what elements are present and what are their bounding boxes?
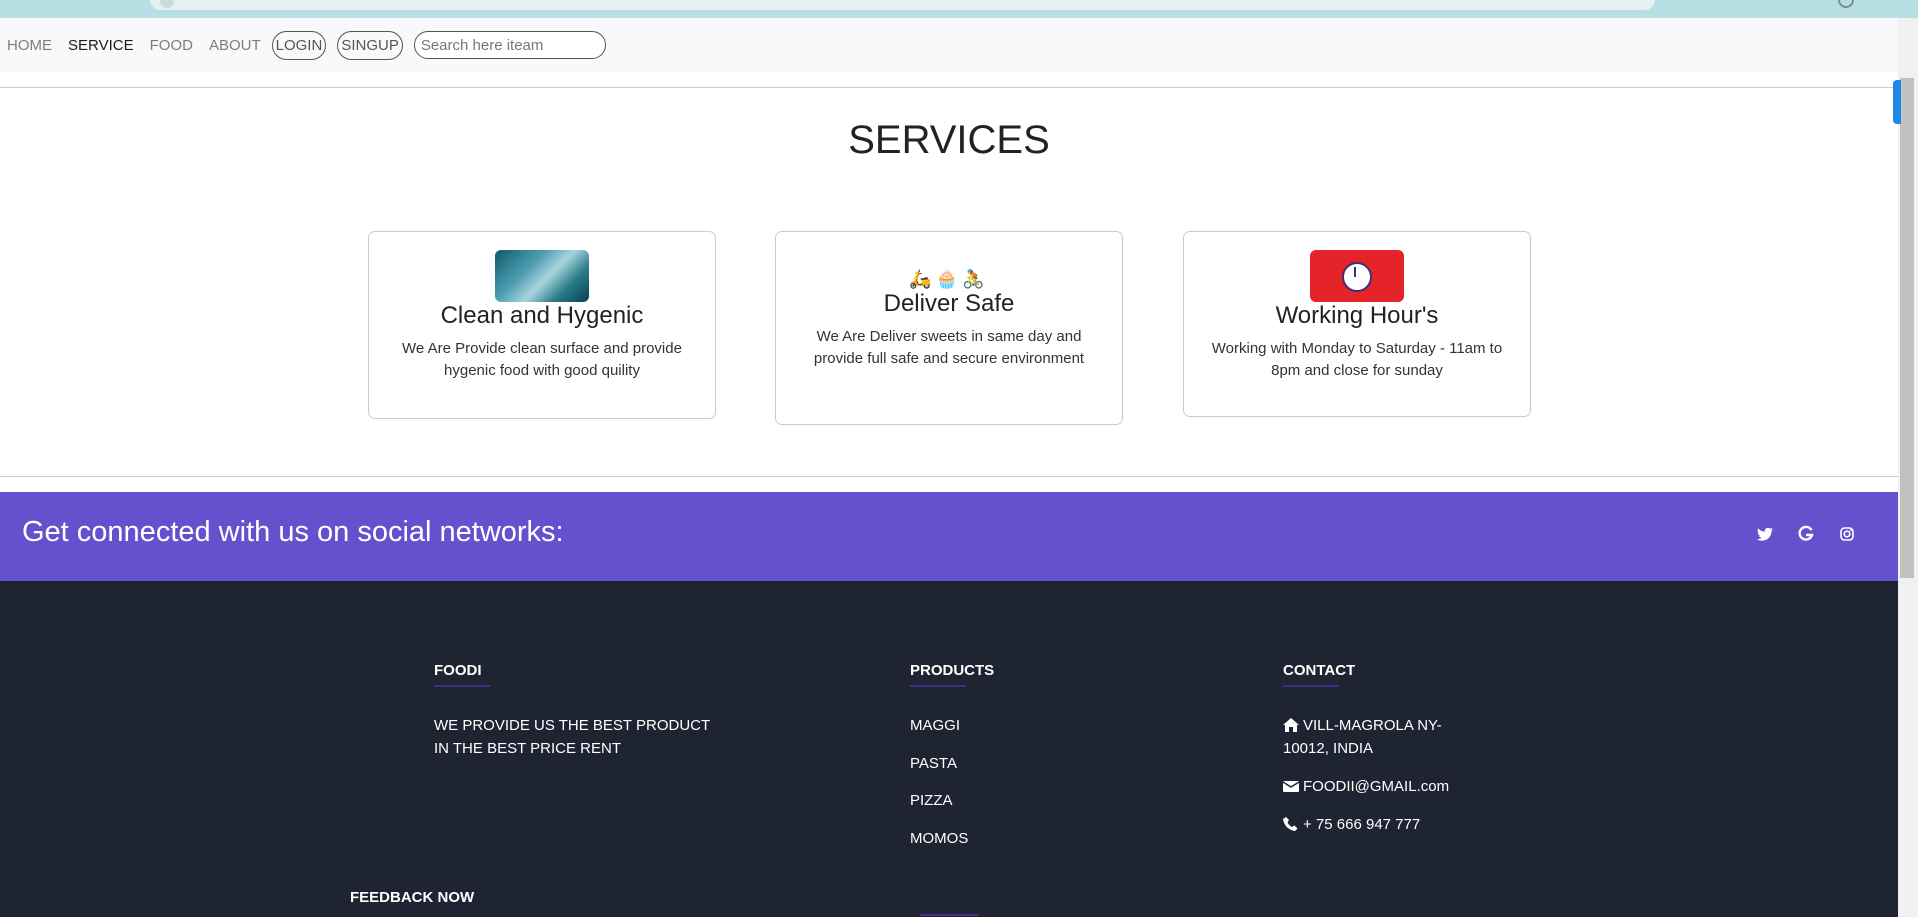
title-underline <box>920 914 978 916</box>
signup-button[interactable]: SINGUP <box>337 30 403 60</box>
card-title: Deliver Safe <box>883 290 1015 317</box>
scroll-thumb[interactable] <box>1900 78 1914 578</box>
social-bar: Get connected with us on social networks… <box>0 492 1898 581</box>
card-text: We Are Provide clean surface and provide… <box>402 340 682 379</box>
delivery-icon: 🛵🧁🚴 <box>909 269 989 289</box>
social-text: Get connected with us on social networks… <box>22 516 564 548</box>
service-card-clean: Clean and Hygenic We Are Provide clean s… <box>368 231 716 419</box>
title-underline <box>910 685 966 687</box>
nav-about[interactable]: ABOUT <box>209 37 261 54</box>
footer: FOODI WE PROVIDE US THE BEST PRODUCT IN … <box>0 581 1898 917</box>
service-card-hours: Working Hour's Working with Monday to Sa… <box>1183 231 1531 417</box>
home-icon <box>1283 718 1299 732</box>
phone-icon <box>1283 817 1298 831</box>
scrollbar[interactable] <box>1898 18 1918 917</box>
contact-phone: + 75 666 947 777 <box>1283 813 1420 836</box>
nav-service[interactable]: SERVICE <box>68 37 134 54</box>
service-card-deliver: 🛵🧁🚴 Deliver Safe We Are Deliver sweets i… <box>775 231 1123 425</box>
title-underline <box>434 685 490 687</box>
product-link-pizza[interactable]: PIZZA <box>910 789 953 812</box>
card-title: Working Hour's <box>1275 302 1439 329</box>
footer-products-title: PRODUCTS <box>910 662 995 679</box>
login-button[interactable]: LOGIN <box>271 30 327 60</box>
navbar: HOME SERVICE FOOD ABOUT LOGIN SINGUP <box>0 18 1898 72</box>
twitter-icon[interactable] <box>1753 522 1777 546</box>
footer-foodi-text-2: IN THE BEST PRICE RENT <box>434 740 621 757</box>
card-title: Clean and Hygenic <box>440 302 644 329</box>
clock-hand <box>1354 267 1356 277</box>
card-text: Working with Monday to Saturday - 11am t… <box>1211 340 1503 379</box>
clock-image <box>1310 250 1404 302</box>
card-text: We Are Deliver sweets in same day and pr… <box>813 328 1085 367</box>
address-bar[interactable] <box>150 0 1655 10</box>
nav-food[interactable]: FOOD <box>150 37 193 54</box>
search-input[interactable] <box>413 31 606 59</box>
divider <box>0 87 1898 88</box>
contact-address: VILL-MAGROLA NY- <box>1283 714 1442 737</box>
clock-icon <box>1342 262 1372 292</box>
feedback-title: FEEDBACK NOW <box>350 889 475 906</box>
page-title: SERVICES <box>848 118 1050 162</box>
profile-icon[interactable] <box>1838 0 1854 8</box>
divider <box>0 476 1898 477</box>
contact-email-text: FOODII@GMAIL.com <box>1303 778 1450 795</box>
instagram-icon[interactable] <box>1835 522 1859 546</box>
footer-contact-title: CONTACT <box>1283 662 1356 679</box>
product-link-maggi[interactable]: MAGGI <box>910 714 960 737</box>
product-link-momos[interactable]: MOMOS <box>910 827 968 850</box>
browser-top-bar <box>0 0 1918 18</box>
product-link-pasta[interactable]: PASTA <box>910 752 957 775</box>
google-icon[interactable] <box>1794 522 1818 546</box>
title-underline <box>1283 685 1339 687</box>
cleaning-image <box>495 250 589 302</box>
footer-foodi-text-1: WE PROVIDE US THE BEST PRODUCT <box>434 717 711 734</box>
footer-foodi-title: FOODI <box>434 662 482 679</box>
contact-phone-text: + 75 666 947 777 <box>1303 816 1421 833</box>
contact-address-line-2: 10012, INDIA <box>1283 740 1374 757</box>
nav-home[interactable]: HOME <box>7 37 52 54</box>
contact-email: FOODII@GMAIL.com <box>1283 775 1449 798</box>
contact-address-line-1: VILL-MAGROLA NY- <box>1303 717 1442 734</box>
envelope-icon <box>1283 781 1299 792</box>
side-tab[interactable] <box>1893 80 1901 124</box>
